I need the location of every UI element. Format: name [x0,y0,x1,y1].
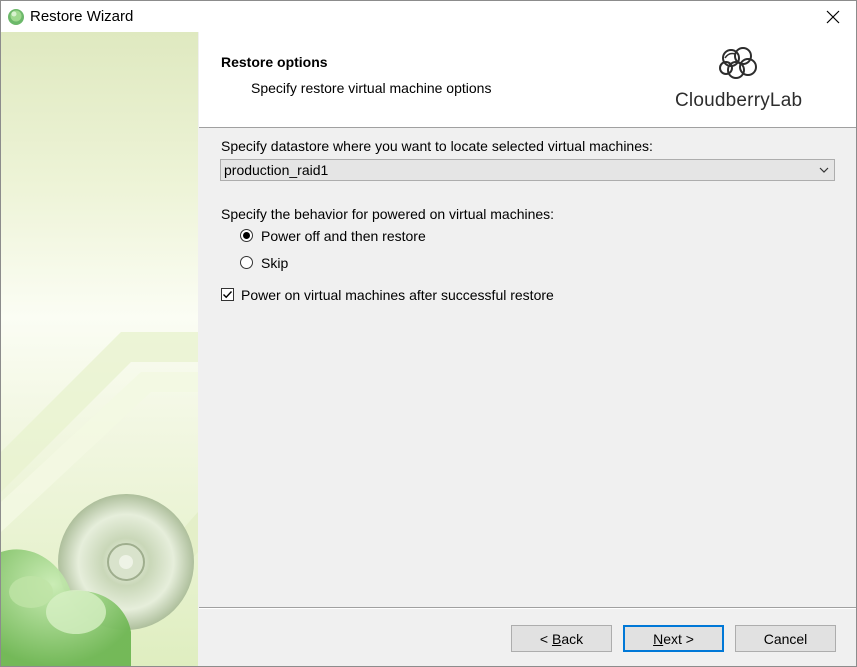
datastore-select[interactable]: production_raid1 [220,159,835,181]
next-button-rest: ext > [663,630,694,647]
cloudberry-logo: CloudberryLab [675,46,803,116]
back-button-accel: B [551,630,562,647]
radio-power-off-label[interactable]: Power off and then restore [261,228,426,244]
cancel-button[interactable]: Cancel [735,625,836,652]
datastore-select-value: production_raid1 [224,162,329,178]
back-button-rest: ack [561,630,584,647]
wizard-content: Specify datastore where you want to loca… [199,128,856,606]
close-button[interactable] [810,1,856,32]
logo-text: CloudberryLab [675,90,803,111]
radio-skip-label[interactable]: Skip [261,255,288,271]
wizard-side-banner [1,32,198,666]
title-bar: Restore Wizard [1,1,856,32]
power-on-label[interactable]: Power on virtual machines after successf… [241,287,554,303]
back-button-prefix: < [539,630,552,647]
chevron-down-icon [819,167,829,173]
radio-power-off[interactable] [240,229,253,242]
restore-wizard-window: Restore Wizard Restore options Specify r… [0,0,857,667]
window-title: Restore Wizard [30,8,134,25]
radio-skip[interactable] [240,256,253,269]
behavior-label: Specify the behavior for powered on virt… [221,206,555,222]
next-button-accel: N [653,630,664,647]
cloud-gem-icon [8,9,24,25]
close-icon [826,10,840,23]
wizard-header: Restore options Specify restore virtual … [199,32,856,128]
datastore-label: Specify datastore where you want to loca… [221,138,653,154]
back-button[interactable]: < Back [511,625,612,652]
checkmark-icon [223,291,233,299]
page-subtitle: Specify restore virtual machine options [251,80,492,96]
next-button[interactable]: Next > [623,625,724,652]
cloud-logo-icon [719,47,757,79]
power-on-checkbox[interactable] [221,288,234,301]
disc-graphic [1,332,198,666]
footer-divider [199,607,856,609]
page-title: Restore options [221,54,328,70]
